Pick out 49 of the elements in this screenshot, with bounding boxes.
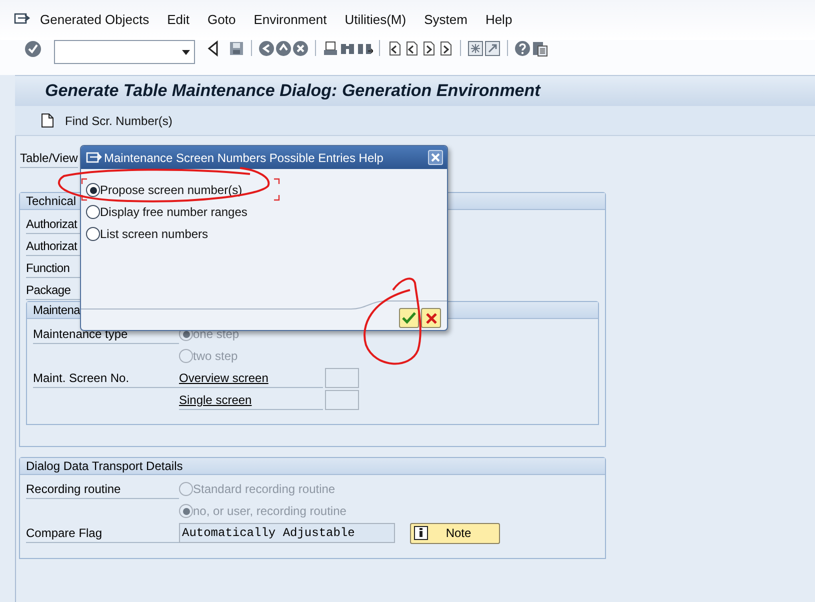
check-icon[interactable] [24,40,42,58]
screen-number-field[interactable] [325,368,359,388]
help-icon[interactable] [514,40,531,57]
dialog-title: Maintenance Screen Numbers Possible Entries Help [104,150,384,166]
menu-item[interactable]: System [424,10,468,30]
radio-label: one step [193,326,240,343]
menu-item[interactable]: Generated Objects [40,10,150,30]
close-icon [431,153,440,162]
close-button[interactable] [428,150,443,165]
group-title: Dialog Data Transport Details [20,458,605,475]
dropdown-icon [182,50,190,54]
compare-flag-field[interactable]: Automatically Adjustable [179,523,395,543]
radio-button[interactable] [86,183,100,197]
cancel-button[interactable] [421,308,441,328]
field-label: Table/View [20,148,78,168]
command-field[interactable] [54,40,195,64]
menu-item[interactable]: Environment [254,10,327,30]
menu-item[interactable]: Help [485,10,512,30]
screen-title: Generate Table Maintenance Dialog: Generation Environment [15,75,815,106]
field-label: Maint. Screen No. [33,368,179,388]
radio-button[interactable] [86,205,100,219]
info-icon [414,526,428,540]
radio-label: List screen numbers [100,226,208,243]
radio-label: two step [193,348,238,365]
focus-bracket [274,178,280,201]
new-session-icon[interactable] [467,40,484,57]
radio-button[interactable] [86,227,100,241]
save-icon[interactable] [228,40,245,57]
document-icon [41,113,54,128]
menu-item[interactable]: Edit [167,10,190,30]
menu-item[interactable]: Goto [208,10,236,30]
shortcut-icon[interactable] [484,40,501,57]
field-link[interactable]: Single screen [179,390,323,410]
confirm-button[interactable] [399,308,419,328]
note-button[interactable]: Note [410,522,500,544]
focus-bracket [81,178,87,201]
layout-icon[interactable] [531,40,548,57]
menu-item[interactable]: Utilities(M) [344,10,406,30]
cancel-icon[interactable] [292,40,309,57]
print-icon[interactable] [322,40,339,57]
field-link[interactable]: Overview screen [179,368,323,388]
screen-number-field[interactable] [325,390,359,410]
find-screen-numbers-button[interactable]: Find Scr. Number(s) [41,112,172,130]
radio-label: Standard recording routine [193,481,336,498]
check-icon [402,312,416,324]
radio-label: no, or user, recording routine [193,503,346,520]
field-label: Recording routine [26,479,179,499]
dialog-icon [86,151,102,164]
cross-icon [426,312,436,324]
